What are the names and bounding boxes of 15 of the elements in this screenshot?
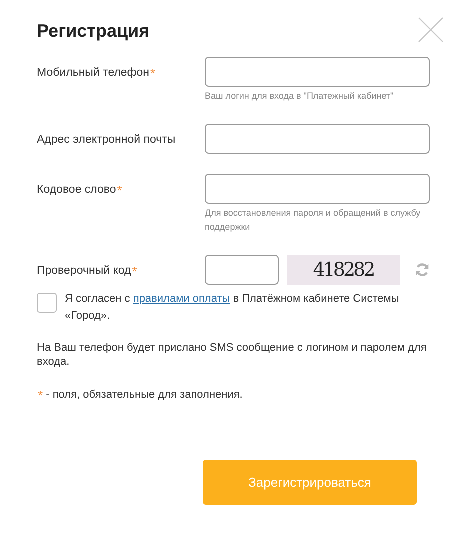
captcha-input[interactable] xyxy=(205,254,279,285)
field-label: Адрес электронной почты xyxy=(37,132,177,146)
payment-rules-link[interactable]: правилами оплаты xyxy=(133,292,230,305)
captcha-image: 418282 xyxy=(287,254,400,285)
field-hint: Ваш логин для входа в "Платежный кабинет" xyxy=(205,90,395,103)
field-hint: Для восстановления пароля и обращений в службу поддержки xyxy=(205,206,422,234)
text-input[interactable] xyxy=(205,57,430,87)
agreement-text: Я согласен с правилами оплаты в Платёжном кабинете Системы «Город». xyxy=(65,292,400,324)
refresh-icon[interactable] xyxy=(414,262,430,278)
agree-checkbox[interactable] xyxy=(37,292,57,313)
sms-note: На Ваш телефон будет прислано SMS сообщение с логином и паролем для входа. xyxy=(37,340,428,369)
close-icon[interactable] xyxy=(418,17,444,43)
dialog-title: Регистрация xyxy=(37,21,150,42)
text-input[interactable] xyxy=(205,124,430,154)
text-input[interactable] xyxy=(205,174,430,204)
